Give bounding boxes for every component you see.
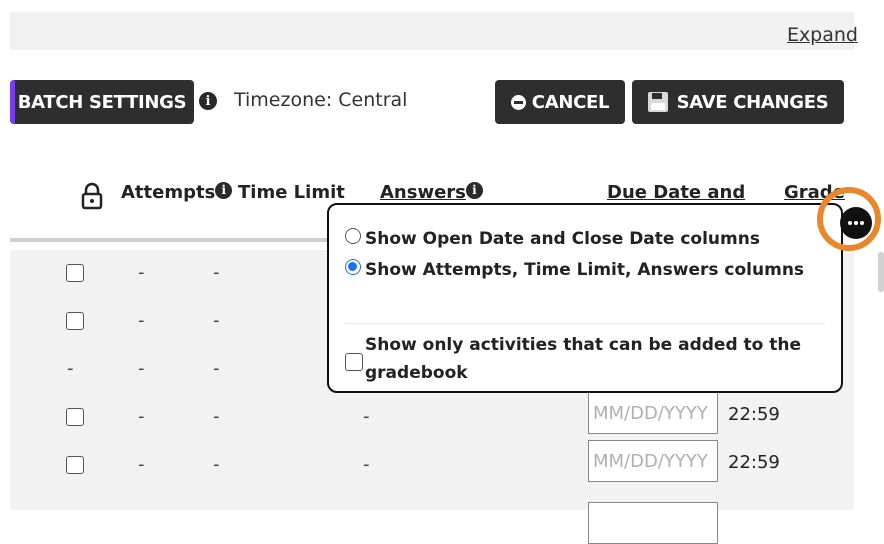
due-time[interactable]: 22:59 bbox=[728, 452, 780, 473]
row-checkbox[interactable] bbox=[66, 264, 84, 282]
time-limit-cell: - bbox=[213, 454, 220, 475]
due-date-input[interactable]: MM/DD/YYYY bbox=[588, 392, 718, 434]
lock-icon[interactable] bbox=[81, 182, 103, 210]
column-options-popup: Show Open Date and Close Date columns Sh… bbox=[327, 203, 843, 393]
column-time-limit: Time Limit bbox=[238, 182, 345, 203]
header-divider bbox=[10, 238, 330, 242]
due-time[interactable]: 22:59 bbox=[728, 404, 780, 425]
lock-cell: - bbox=[67, 358, 74, 379]
row-checkbox[interactable] bbox=[66, 312, 84, 330]
answers-cell: - bbox=[363, 406, 370, 427]
due-date-input[interactable] bbox=[588, 502, 718, 544]
table-row: - - - MM/DD/YYYY 22:59 bbox=[10, 392, 854, 442]
radio-attempts-columns[interactable] bbox=[345, 259, 361, 275]
info-icon[interactable]: i bbox=[465, 182, 483, 199]
save-label: SAVE CHANGES bbox=[676, 91, 829, 113]
attempts-cell: - bbox=[138, 406, 145, 427]
floppy-disk-icon bbox=[647, 92, 668, 112]
option-gradebook-label: Show only activities that can be added t… bbox=[365, 335, 802, 383]
scrollbar[interactable] bbox=[878, 252, 884, 292]
column-attempts: Attempts i bbox=[121, 182, 233, 203]
column-answers[interactable]: Answers i bbox=[380, 182, 483, 203]
expand-link[interactable]: Expand bbox=[787, 24, 858, 46]
radio-open-close-dates[interactable] bbox=[345, 228, 361, 244]
row-checkbox[interactable] bbox=[66, 408, 84, 426]
column-attempts-label: Attempts bbox=[121, 182, 216, 203]
attempts-cell: - bbox=[138, 358, 145, 379]
cancel-button[interactable]: CANCEL bbox=[495, 80, 625, 124]
option-open-close-label: Show Open Date and Close Date columns bbox=[365, 229, 760, 249]
row-checkbox[interactable] bbox=[66, 456, 84, 474]
top-bar bbox=[10, 12, 854, 50]
save-changes-button[interactable]: SAVE CHANGES bbox=[632, 80, 844, 124]
info-icon[interactable]: i bbox=[199, 92, 217, 110]
time-limit-cell: - bbox=[213, 262, 220, 283]
highlight-ring bbox=[817, 187, 881, 251]
table-row bbox=[10, 490, 854, 544]
column-answers-label: Answers bbox=[380, 182, 466, 203]
popup-divider bbox=[345, 323, 825, 324]
option-attempts-label: Show Attempts, Time Limit, Answers colum… bbox=[365, 260, 805, 280]
option-gradebook-only[interactable]: Show only activities that can be added t… bbox=[345, 331, 815, 387]
answers-cell: - bbox=[363, 454, 370, 475]
toolbar: BATCH SETTINGS i Timezone: Central CANCE… bbox=[0, 78, 884, 128]
due-date-input[interactable]: MM/DD/YYYY bbox=[588, 440, 718, 482]
cancel-icon bbox=[510, 94, 526, 110]
batch-settings-button[interactable]: BATCH SETTINGS bbox=[10, 80, 194, 124]
attempts-cell: - bbox=[138, 262, 145, 283]
cancel-label: CANCEL bbox=[531, 91, 610, 113]
time-limit-cell: - bbox=[213, 406, 220, 427]
time-limit-cell: - bbox=[213, 358, 220, 379]
time-limit-cell: - bbox=[213, 310, 220, 331]
table-row: - - - MM/DD/YYYY 22:59 bbox=[10, 440, 854, 490]
checkbox-gradebook-only[interactable] bbox=[345, 353, 363, 371]
attempts-cell: - bbox=[138, 454, 145, 475]
column-due-date[interactable]: Due Date and bbox=[607, 182, 745, 203]
timezone-label: Timezone: Central bbox=[234, 89, 408, 111]
option-attempts-columns[interactable]: Show Attempts, Time Limit, Answers colum… bbox=[345, 256, 805, 284]
option-open-close-dates[interactable]: Show Open Date and Close Date columns bbox=[345, 225, 760, 253]
attempts-cell: - bbox=[138, 310, 145, 331]
info-icon[interactable]: i bbox=[215, 182, 233, 199]
